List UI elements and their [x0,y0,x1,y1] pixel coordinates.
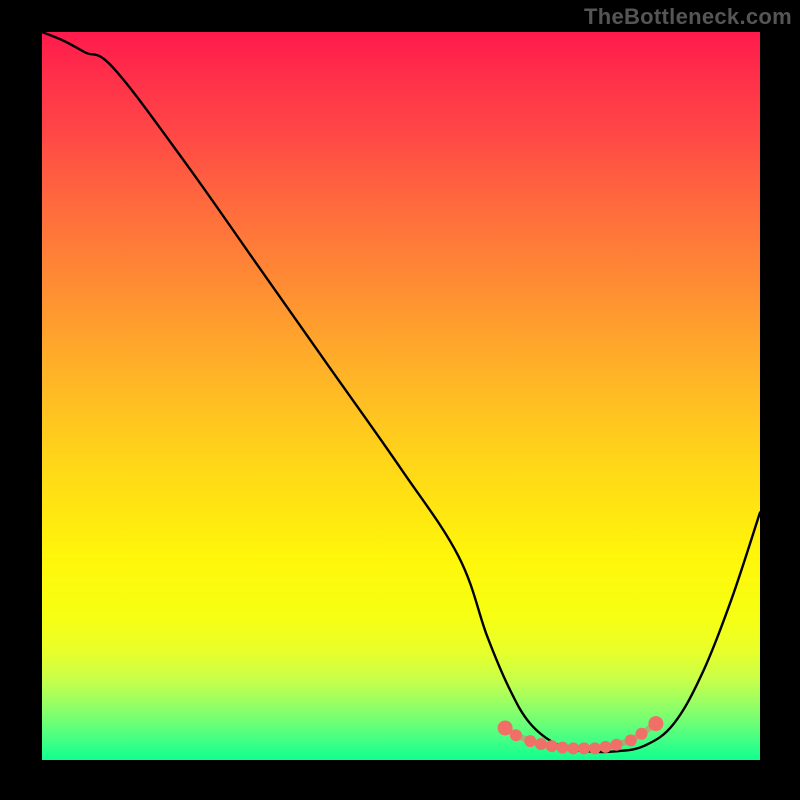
accent-marker [578,742,590,754]
watermark-text: TheBottleneck.com [584,4,792,30]
accent-marker [524,735,536,747]
accent-marker [535,738,547,750]
chart-container: TheBottleneck.com [0,0,800,800]
accent-marker [589,742,601,754]
curve-overlay [42,32,760,760]
accent-marker [600,741,612,753]
accent-marker [610,739,622,751]
accent-marker [546,740,558,752]
accent-marker [557,742,569,754]
accent-marker [636,728,648,740]
accent-marker [625,734,637,746]
accent-marker [648,716,663,731]
plot-area [42,32,760,760]
accent-marker [510,729,522,741]
curve-line [42,32,760,752]
accent-marker [567,742,579,754]
